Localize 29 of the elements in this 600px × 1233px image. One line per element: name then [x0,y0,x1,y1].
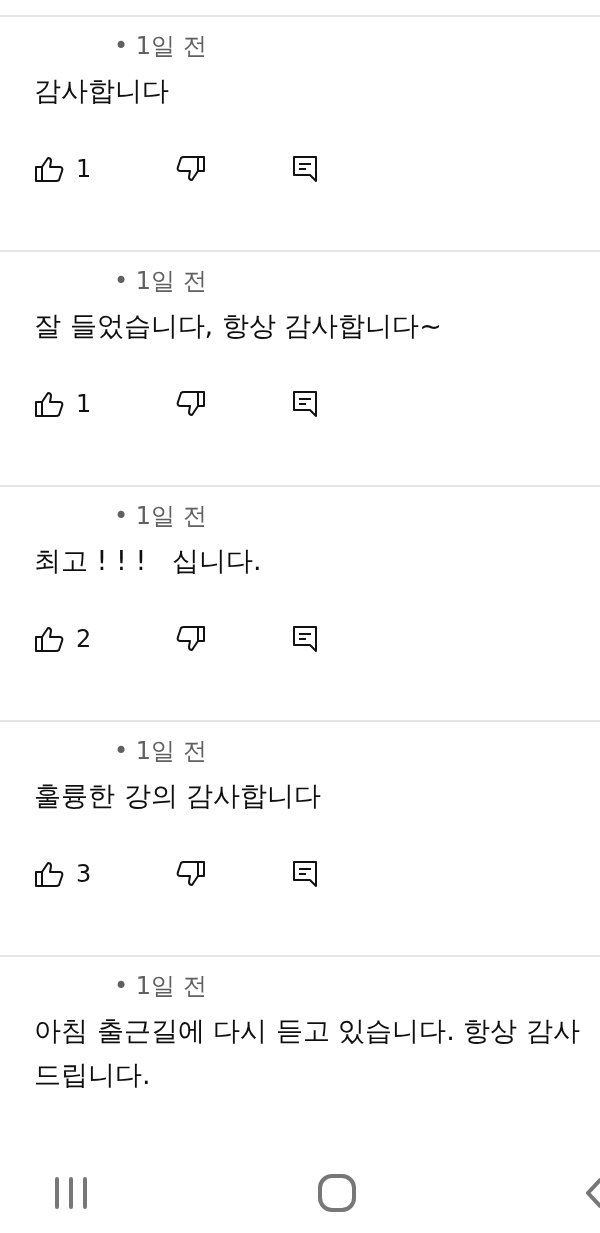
comment-text: 훌륭한 강의 감사합니다 [34,779,323,813]
like-count: 1 [76,389,93,420]
comment-text: 아침 출근길에 다시 듣고 있습니다. 항상 감사드립니다. [34,1014,582,1092]
like-count: 1 [76,154,93,185]
reply-icon[interactable] [292,860,318,888]
thumbs-down-icon[interactable] [176,860,206,888]
comment-time: • 1일 전 [113,971,208,1002]
comment-text: 최고 ! ! ! 십니다. [34,544,263,578]
thumbs-down-icon[interactable] [176,390,206,418]
thumbs-up-icon[interactable] [34,155,64,183]
thumbs-down-icon[interactable] [176,625,206,653]
reply-icon[interactable] [292,625,318,653]
thumbs-down-icon[interactable] [176,155,206,183]
like-count: 2 [76,624,93,655]
comment-text: 감사합니다 [34,74,170,108]
comment-time: • 1일 전 [113,736,208,767]
thumbs-up-icon[interactable] [34,625,64,653]
like-count: 3 [76,859,93,890]
recent-apps-icon[interactable] [54,1176,88,1210]
comment-time: • 1일 전 [113,266,208,297]
comment-time: • 1일 전 [113,501,208,532]
reply-icon[interactable] [292,390,318,418]
reply-icon[interactable] [292,155,318,183]
back-icon[interactable] [586,1176,600,1210]
home-icon[interactable] [318,1174,356,1212]
thumbs-up-icon[interactable] [34,390,64,418]
comment-text: 잘 들었습니다, 항상 감사합니다~ [34,309,443,343]
comment-time: • 1일 전 [113,31,208,62]
thumbs-up-icon[interactable] [34,860,64,888]
